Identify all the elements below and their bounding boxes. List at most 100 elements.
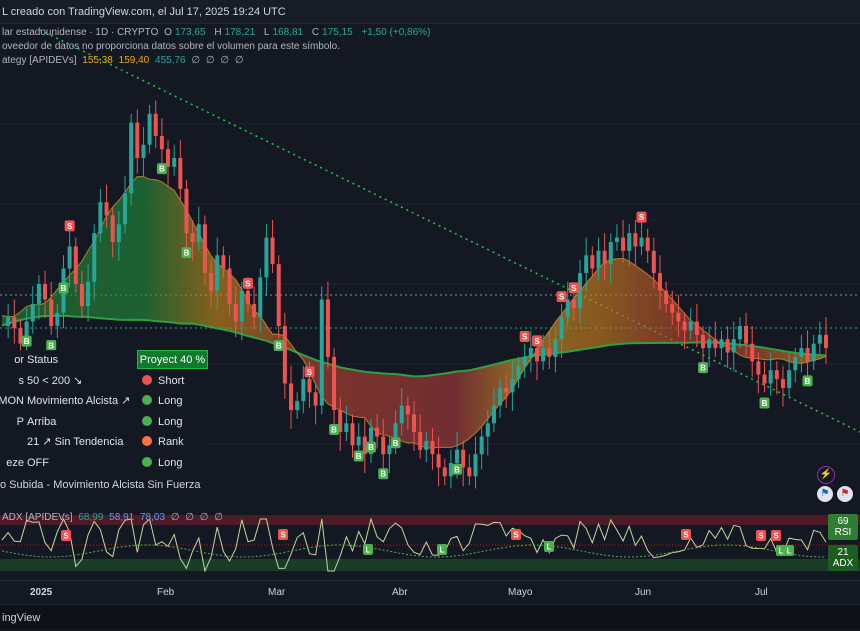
candle-body [135, 122, 140, 158]
brand-footer: ingView [0, 604, 860, 630]
time-tick-label: Jun [635, 587, 652, 598]
candle-body [405, 405, 410, 415]
lightning-icon[interactable]: ⚡ [817, 466, 835, 484]
buy-signal-label: B [393, 439, 399, 448]
status-row: eze OFF Long [0, 452, 210, 473]
candle-body [719, 339, 724, 349]
candle-body [196, 224, 201, 242]
sell-signal-label: S [639, 213, 645, 222]
candle-body [239, 290, 244, 322]
signal-dot-icon [142, 374, 152, 385]
candle-body [516, 365, 521, 380]
signal-dot-icon [142, 395, 152, 405]
adx-signal-label: L [366, 546, 371, 555]
adx-placeholder: ∅ [185, 512, 195, 523]
candle-body [522, 356, 527, 366]
candle-body [768, 370, 773, 384]
status-row-label: s [18, 374, 25, 387]
candle-body [245, 290, 250, 304]
candle-body [473, 454, 478, 477]
candle-body [485, 423, 490, 437]
adx-value-1: 68,99 [78, 512, 104, 523]
candle-body [805, 348, 810, 362]
candle-body [498, 387, 503, 406]
sell-signal: S [242, 277, 253, 289]
candle-body [86, 281, 91, 307]
adx-signal-label: L [779, 547, 784, 556]
buy-signal-label: B [368, 443, 374, 452]
flag-icon[interactable]: ⚑ [837, 486, 853, 502]
candle-body [467, 467, 472, 477]
sell-signal: S [519, 330, 530, 342]
candle-body [676, 312, 681, 322]
adx-signal-label: L [440, 546, 445, 555]
candle-body [614, 237, 619, 242]
buy-signal-label: B [61, 284, 67, 293]
sell-signal: S [64, 220, 75, 232]
candle-body [559, 317, 564, 340]
candle-body [43, 284, 48, 300]
candle-body [295, 401, 300, 410]
candle-body [301, 379, 306, 402]
candle-body [701, 334, 706, 349]
sell-signal: S [568, 282, 579, 294]
sell-signal-label: S [522, 332, 528, 341]
adx-signal: L [363, 544, 373, 555]
candle-body [608, 242, 613, 265]
status-row-status: OFF [27, 456, 49, 469]
candle-body [725, 339, 730, 353]
buy-signal: B [273, 340, 284, 351]
candle-body [209, 272, 214, 291]
candle-body [313, 392, 318, 406]
candle-body [565, 299, 570, 318]
adx-signal: S [278, 529, 288, 540]
candle-body [504, 387, 509, 393]
adx-signal-label: S [773, 532, 779, 541]
candle-body [190, 233, 195, 242]
status-row-status: 50 < 200 ↘ [27, 374, 83, 387]
buy-signal-label: B [356, 452, 362, 461]
adx-signal-label: S [63, 532, 69, 541]
buy-signal: B [390, 437, 401, 449]
buy-signal: B [58, 282, 69, 294]
buy-signal: B [181, 247, 192, 259]
candle-body [178, 158, 183, 189]
candle-body [399, 405, 404, 424]
candle-body [375, 427, 380, 437]
candle-body [344, 423, 349, 433]
candle-body [307, 379, 312, 393]
candle-body [129, 122, 134, 194]
brand-text: ingView [2, 612, 41, 624]
candle-body [227, 268, 232, 304]
candle-body [276, 264, 281, 326]
buy-signal: B [329, 424, 340, 435]
adx-placeholder: ∅ [214, 512, 224, 523]
rsi-label: RSI [834, 527, 852, 538]
adx-signal-label: S [280, 531, 286, 540]
candle-body [670, 303, 675, 313]
buy-signal: B [156, 163, 167, 175]
candle-body [645, 237, 650, 251]
status-row: s 50 < 200 ↘ Short [0, 370, 210, 391]
candle-body [147, 113, 152, 145]
sell-signal: S [636, 211, 647, 223]
candle-body [6, 317, 11, 326]
signal-dot-icon [142, 415, 152, 426]
adx-signal: S [681, 529, 691, 540]
sell-signal: S [531, 335, 542, 347]
adx-name: ADX [APIDEVs] [2, 512, 73, 523]
status-header-row: or Status Proyect 40 % [0, 350, 210, 371]
candle-body [547, 348, 552, 357]
candle-body [756, 361, 761, 375]
candle-body [534, 348, 539, 362]
adx-signal: S [511, 529, 521, 540]
candle-body [36, 284, 41, 304]
adx-signal: S [61, 530, 71, 541]
candle-body [571, 299, 576, 309]
signal-dot-icon [142, 456, 152, 467]
buy-signal: B [21, 335, 32, 347]
status-row-signal: Rank [158, 436, 184, 448]
buy-signal-label: B [331, 426, 337, 435]
sell-signal-label: S [559, 293, 565, 302]
flag-icon[interactable]: ⚑ [817, 486, 833, 502]
